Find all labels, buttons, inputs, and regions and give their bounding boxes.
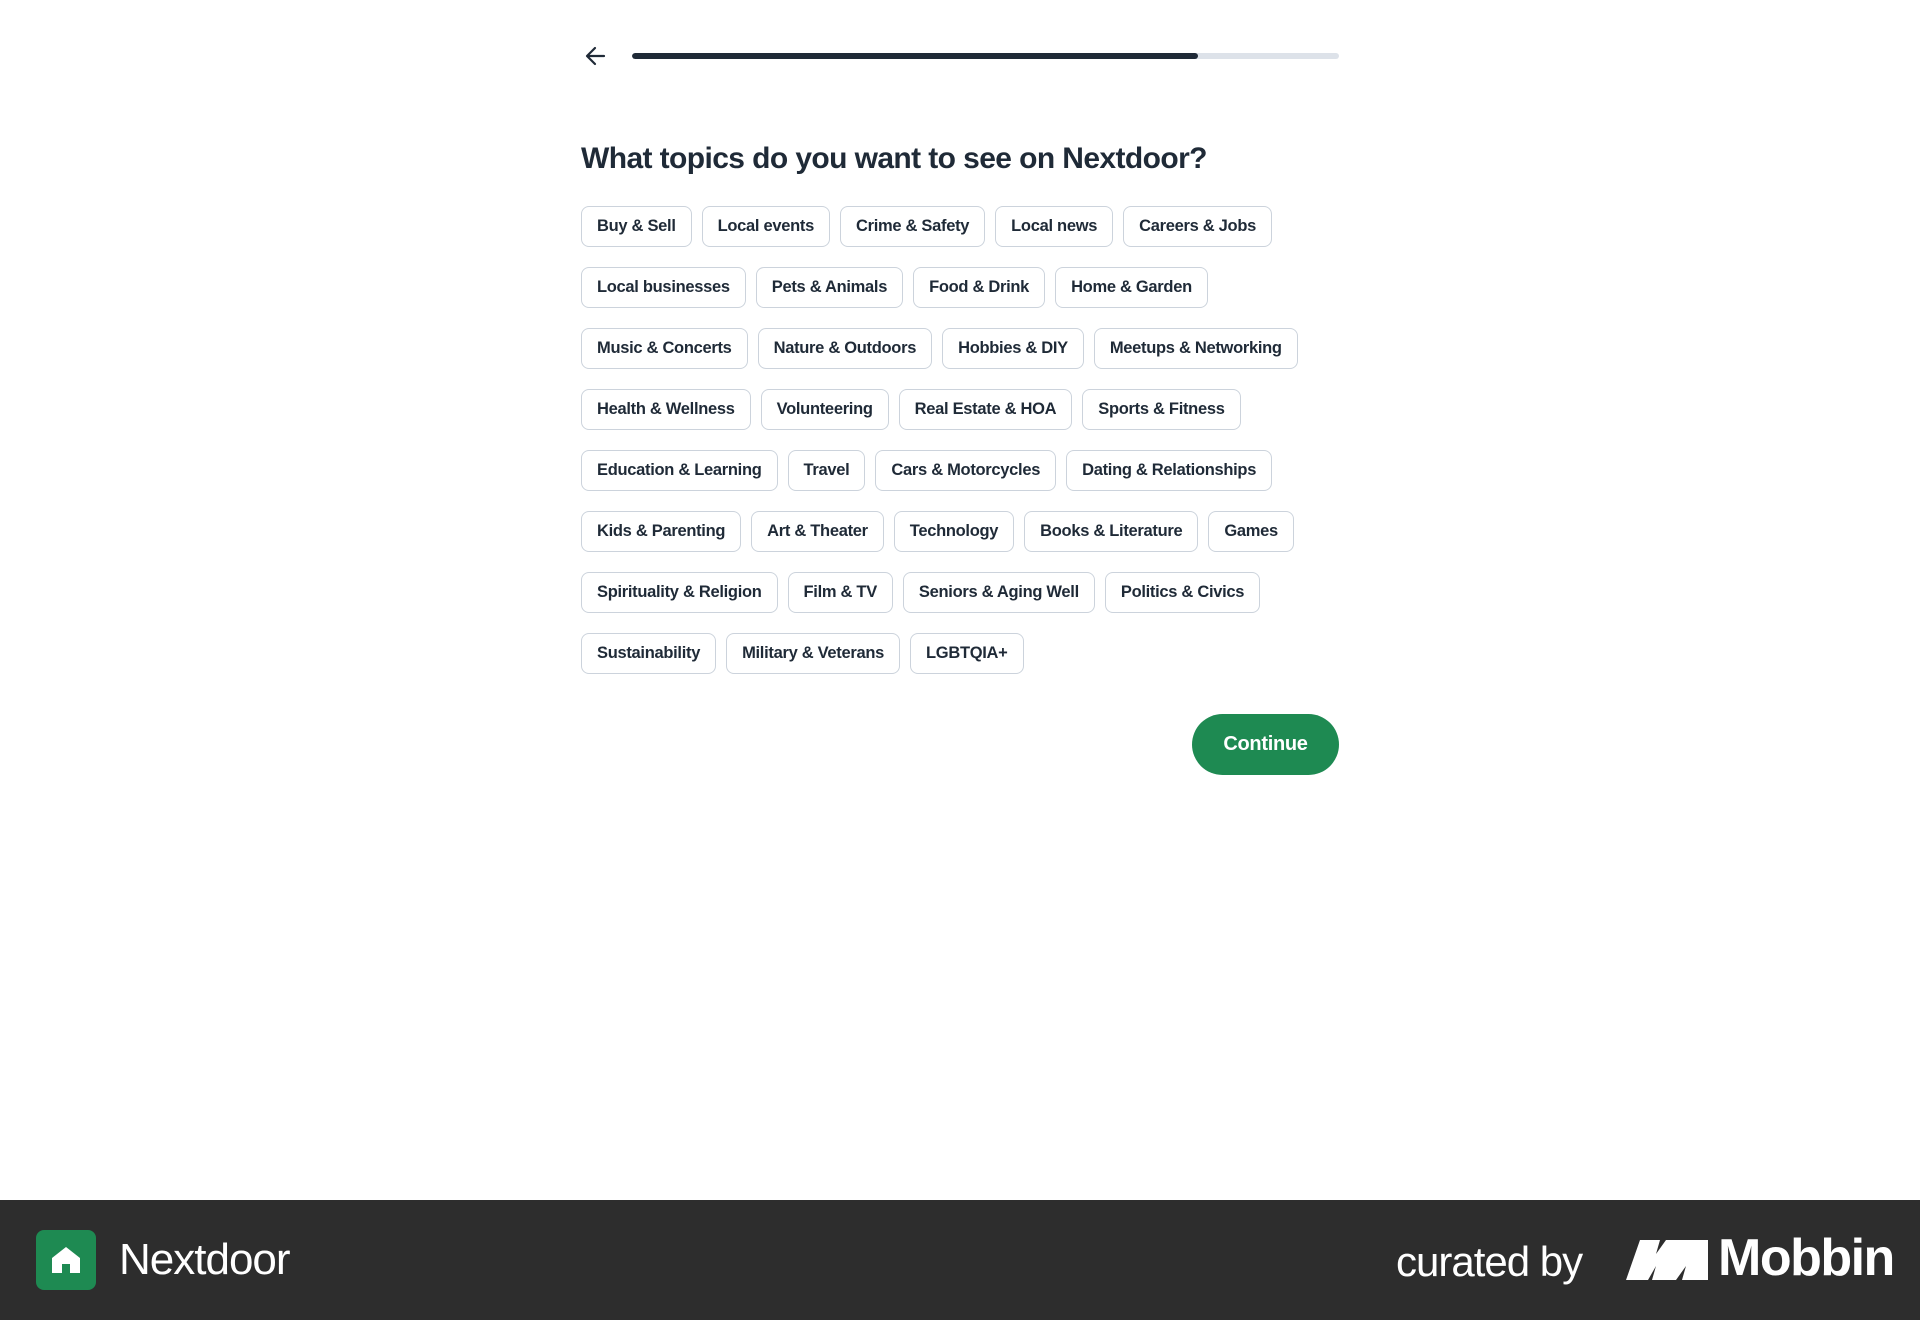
topic-chip[interactable]: Pets & Animals (755, 267, 904, 308)
topic-chip[interactable]: Crime & Safety (839, 206, 986, 247)
topic-chip[interactable]: Volunteering (760, 389, 889, 430)
topic-chip-row: Spirituality & Religion Film & TV Seniors … (581, 572, 1339, 613)
topic-chip[interactable]: Music & Concerts (581, 328, 748, 369)
topic-chip[interactable]: Film & TV (787, 572, 893, 613)
mobbin-logo-icon (1626, 1240, 1708, 1280)
page: What topics do you want to see on Nextdo… (0, 0, 1920, 1320)
topic-chip[interactable]: Travel (787, 450, 866, 491)
topic-chip-row: Education & Learning Travel Cars & Motorcy… (581, 450, 1339, 491)
topic-chip[interactable]: Food & Drink (913, 267, 1046, 308)
topic-chip-row: Buy & Sell Local events Crime & Safety Loca… (581, 206, 1339, 247)
progress-bar-fill (632, 53, 1198, 59)
topic-chip-row: Sustainability Military & Veterans LGBTQIA… (581, 633, 1339, 674)
topic-chip[interactable]: Home & Garden (1055, 267, 1208, 308)
progress-bar (632, 53, 1339, 59)
topic-chip[interactable]: Nature & Outdoors (757, 328, 933, 369)
nextdoor-house-icon (36, 1230, 96, 1290)
top-bar (581, 38, 1339, 74)
app-name: Nextdoor (119, 1235, 291, 1284)
topic-chip[interactable]: Seniors & Aging Well (902, 572, 1095, 613)
back-button[interactable] (581, 38, 611, 74)
topic-chip-row: Health & Wellness Volunteering Real Estate… (581, 389, 1339, 430)
topic-chip[interactable]: Books & Literature (1024, 511, 1199, 552)
topic-chip[interactable]: Hobbies & DIY (942, 328, 1084, 369)
topic-chip-list: Buy & Sell Local events Crime & Safety Loca… (581, 206, 1339, 674)
topic-chip[interactable]: Local businesses (581, 267, 746, 308)
topic-chip[interactable]: Cars & Motorcycles (875, 450, 1057, 491)
footer-banner: Nextdoor curated by Mobbin (0, 1200, 1920, 1320)
topic-chip[interactable]: Dating & Relationships (1066, 450, 1273, 491)
topic-chip[interactable]: Sports & Fitness (1082, 389, 1241, 430)
continue-button[interactable]: Continue (1192, 714, 1339, 775)
curated-by-text: curated by (1396, 1238, 1583, 1285)
topic-chip[interactable]: Sustainability (581, 633, 717, 674)
topic-chip[interactable]: Spirituality & Religion (581, 572, 778, 613)
topic-chip[interactable]: Real Estate & HOA (898, 389, 1073, 430)
topic-chip[interactable]: Games (1208, 511, 1294, 552)
topic-chip[interactable]: LGBTQIA+ (910, 633, 1024, 674)
topic-chip[interactable]: Politics & Civics (1104, 572, 1261, 613)
topic-chip[interactable]: Health & Wellness (581, 389, 751, 430)
topic-chip[interactable]: Buy & Sell (581, 206, 692, 247)
curator-name: Mobbin (1718, 1229, 1895, 1287)
topic-chip[interactable]: Technology (893, 511, 1015, 552)
topic-chip[interactable]: Local news (995, 206, 1114, 247)
topic-chip[interactable]: Education & Learning (581, 450, 778, 491)
topic-chip[interactable]: Local events (701, 206, 830, 247)
topic-chip[interactable]: Careers & Jobs (1123, 206, 1272, 247)
topic-chip[interactable]: Kids & Parenting (581, 511, 742, 552)
topic-chip-row: Kids & Parenting Art & Theater Technology B… (581, 511, 1339, 552)
arrow-left-icon (585, 46, 606, 66)
topic-chip-row: Local businesses Pets & Animals Food & Dri… (581, 267, 1339, 308)
topic-chip[interactable]: Military & Veterans (726, 633, 901, 674)
topic-chip[interactable]: Meetups & Networking (1093, 328, 1298, 369)
topic-chip[interactable]: Art & Theater (751, 511, 884, 552)
topic-chip-row: Music & Concerts Nature & Outdoors Hobbies… (581, 328, 1339, 369)
page-title: What topics do you want to see on Nextdo… (581, 142, 1207, 175)
